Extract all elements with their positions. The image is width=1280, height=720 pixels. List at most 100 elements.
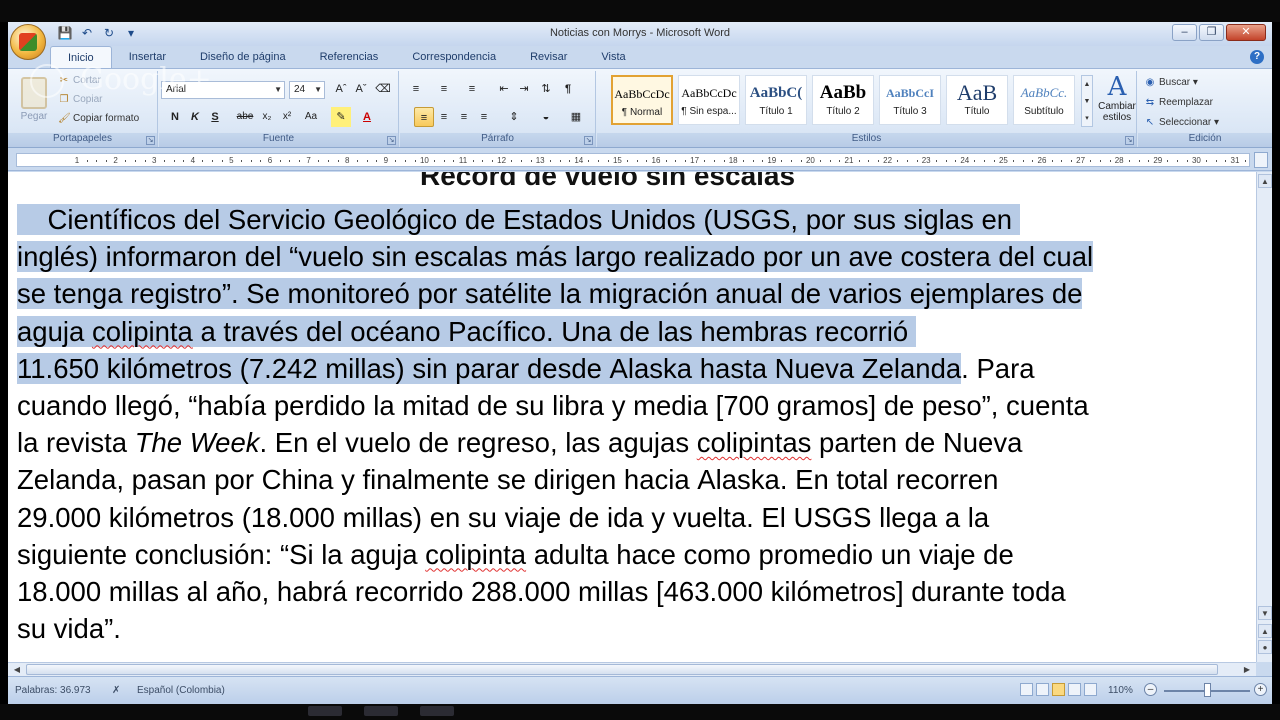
- italic-button[interactable]: K: [185, 107, 205, 127]
- subscript-button[interactable]: x₂: [257, 107, 277, 127]
- horizontal-ruler[interactable]: 1 2 3 4 5 6 7 8 9 10 11 12 13 14 15 16 17 18 19 20 21 22 23 24 2…: [8, 149, 1272, 171]
- ruler-tick: [260, 160, 262, 162]
- document-line[interactable]: Zelanda, pasan por China y finalmente se…: [17, 461, 1249, 498]
- help-icon[interactable]: ?: [1250, 50, 1264, 64]
- align-left-icon[interactable]: ≡: [414, 107, 434, 127]
- line-spacing-icon[interactable]: ⇕: [504, 107, 524, 127]
- change-styles-button[interactable]: A Cambiar estilos: [1097, 73, 1137, 123]
- document-line[interactable]: se tenga registro”. Se monitoreó por sat…: [17, 275, 1249, 312]
- font-launcher-icon[interactable]: ↘: [387, 136, 396, 145]
- document-line[interactable]: siguiente conclusión: “Si la aguja colip…: [17, 536, 1249, 573]
- tab-referencias[interactable]: Referencias: [303, 46, 396, 68]
- increase-indent-icon[interactable]: ⇥: [514, 79, 534, 99]
- draft-view-icon[interactable]: [1084, 683, 1097, 696]
- document-line[interactable]: cuando llegó, “había perdido la mitad de…: [17, 387, 1249, 424]
- close-button[interactable]: ✕: [1226, 24, 1266, 41]
- style-heading-3[interactable]: AaBbCcI Título 3: [879, 75, 941, 125]
- document-line[interactable]: su vida”.: [17, 610, 1249, 647]
- document-line[interactable]: 18.000 millas al año, habrá recorrido 28…: [17, 573, 1249, 610]
- decrease-indent-icon[interactable]: ⇤: [494, 79, 514, 99]
- outline-view-icon[interactable]: [1068, 683, 1081, 696]
- bold-button[interactable]: N: [165, 107, 185, 127]
- style-heading-2[interactable]: AaBb Título 2: [812, 75, 874, 125]
- office-button[interactable]: [10, 24, 46, 60]
- style-heading-1[interactable]: AaBbC( Título 1: [745, 75, 807, 125]
- strikethrough-button[interactable]: abe: [235, 107, 255, 127]
- show-formatting-icon[interactable]: ¶: [558, 79, 578, 99]
- font-color-button[interactable]: A: [357, 107, 377, 127]
- clear-format-icon[interactable]: ⌫: [373, 79, 393, 99]
- word-window: 💾 ↶ ↻ ▾ Noticias con Morrys - Microsoft …: [8, 22, 1272, 704]
- grow-font-button[interactable]: Aˆ: [331, 79, 351, 99]
- styles-launcher-icon[interactable]: ↘: [1125, 136, 1134, 145]
- browse-object-icon[interactable]: ●: [1258, 640, 1272, 654]
- font-size-select[interactable]: 24 ▼: [289, 81, 325, 99]
- scroll-left-icon[interactable]: ◀: [10, 663, 24, 676]
- select-button[interactable]: ↖ Seleccionar ▾: [1144, 115, 1219, 131]
- horizontal-scroll-thumb[interactable]: [26, 664, 1218, 675]
- clipboard-launcher-icon[interactable]: ↘: [146, 136, 155, 145]
- ruler-tick: [289, 160, 291, 162]
- print-layout-view-icon[interactable]: [1020, 683, 1033, 696]
- borders-icon[interactable]: ▦: [566, 107, 586, 127]
- style-normal[interactable]: AaBbCcDc ¶ Normal: [611, 75, 673, 125]
- restore-button[interactable]: ❐: [1199, 24, 1224, 41]
- zoom-out-icon[interactable]: –: [1144, 683, 1157, 696]
- view-ruler-button[interactable]: [1254, 152, 1268, 168]
- full-screen-view-icon[interactable]: [1036, 683, 1049, 696]
- minimize-button[interactable]: –: [1172, 24, 1197, 41]
- document-line[interactable]: inglés) informaron del “vuelo sin escala…: [17, 238, 1249, 275]
- numbering-icon[interactable]: ≡: [434, 79, 454, 99]
- style-name: ¶ Sin espa...: [681, 106, 737, 117]
- tab-vista[interactable]: Vista: [584, 46, 642, 68]
- document-area[interactable]: Record de vuelo sin escalas Científicos …: [8, 172, 1256, 662]
- zoom-slider-thumb[interactable]: [1204, 683, 1211, 697]
- bullets-icon[interactable]: ≡: [406, 79, 426, 99]
- styles-scroll-control[interactable]: ▲ ▼ ▾: [1081, 75, 1093, 127]
- spelling-status-icon[interactable]: ✗: [112, 685, 120, 696]
- tab-correspondencia[interactable]: Correspondencia: [395, 46, 513, 68]
- zoom-in-icon[interactable]: +: [1254, 683, 1267, 696]
- language-indicator[interactable]: Español (Colombia): [137, 685, 225, 696]
- text-run: adulta hace como promedio un viaje de: [526, 538, 1014, 570]
- highlight-icon[interactable]: ✎: [331, 107, 351, 127]
- document-line[interactable]: 11.650 kilómetros (7.242 millas) sin par…: [17, 350, 1249, 387]
- web-layout-view-icon[interactable]: [1052, 683, 1065, 696]
- document-line[interactable]: 29.000 kilómetros (18.000 millas) en su …: [17, 499, 1249, 536]
- sort-icon[interactable]: ⇅: [536, 79, 556, 99]
- taskbar-item[interactable]: [308, 706, 342, 716]
- word-count[interactable]: Palabras: 36.973: [15, 685, 91, 696]
- scroll-up-icon[interactable]: ▲: [1258, 174, 1272, 188]
- justify-icon[interactable]: ≡: [474, 107, 494, 127]
- find-button[interactable]: ◉ Buscar ▾: [1144, 75, 1198, 91]
- document-line[interactable]: aguja colipinta a través del océano Pací…: [17, 313, 1249, 350]
- format-painter-button[interactable]: 🖌 Copiar formato: [58, 111, 139, 127]
- scroll-down-icon[interactable]: ▼: [1258, 606, 1272, 620]
- change-case-button[interactable]: Aa: [301, 107, 321, 127]
- taskbar-item[interactable]: [364, 706, 398, 716]
- style-no-spacing[interactable]: AaBbCcDc ¶ Sin espa...: [678, 75, 740, 125]
- vertical-scrollbar[interactable]: ▲ ▼ ▲ ●: [1256, 172, 1272, 662]
- document-line[interactable]: Científicos del Servicio Geológico de Es…: [17, 201, 1249, 238]
- zoom-level[interactable]: 110%: [1108, 685, 1133, 696]
- tab-revisar[interactable]: Revisar: [513, 46, 584, 68]
- style-title[interactable]: AaB Título: [946, 75, 1008, 125]
- replace-button[interactable]: ⇆ Reemplazar: [1144, 95, 1213, 111]
- shrink-font-button[interactable]: Aˇ: [351, 79, 371, 99]
- align-center-icon[interactable]: ≡: [434, 107, 454, 127]
- document-paragraph[interactable]: Científicos del Servicio Geológico de Es…: [17, 201, 1249, 647]
- paragraph-launcher-icon[interactable]: ↘: [584, 136, 593, 145]
- align-right-icon[interactable]: ≡: [454, 107, 474, 127]
- horizontal-scrollbar[interactable]: ◀ ▶: [8, 662, 1256, 676]
- underline-button[interactable]: S: [205, 107, 225, 127]
- shading-icon[interactable]: ◒: [536, 107, 556, 127]
- paste-label: Pegar: [20, 111, 48, 122]
- multilevel-list-icon[interactable]: ≡: [462, 79, 482, 99]
- scroll-right-icon[interactable]: ▶: [1240, 663, 1254, 676]
- previous-page-icon[interactable]: ▲: [1258, 624, 1272, 638]
- document-line[interactable]: la revista The Week. En el vuelo de regr…: [17, 424, 1249, 461]
- superscript-button[interactable]: x²: [277, 107, 297, 127]
- taskbar-item[interactable]: [420, 706, 454, 716]
- style-subtitle[interactable]: AaBbCc. Subtítulo: [1013, 75, 1075, 125]
- text-run: The Week: [134, 427, 260, 459]
